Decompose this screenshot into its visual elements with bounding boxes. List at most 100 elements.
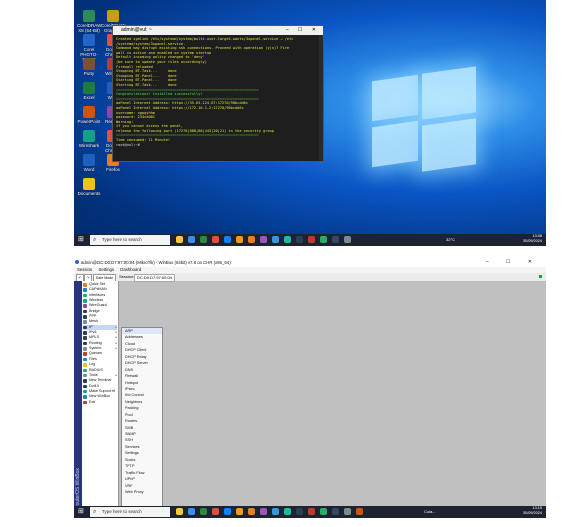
taskbar-app-icon[interactable] [332, 236, 339, 243]
menu-dashboard[interactable]: Dashboard [120, 267, 141, 272]
shortcut-label: Documents [77, 191, 101, 196]
taskbar-app-icon[interactable] [200, 508, 207, 515]
sidebar-item-label: Dot1X [89, 383, 100, 388]
desktop-shortcut[interactable]: Excel [77, 82, 101, 100]
routeros-brand: RouterOS WinBox [74, 281, 82, 509]
taskbar-app-icon[interactable] [320, 508, 327, 515]
taskbar-app-icon[interactable] [248, 508, 255, 515]
sidebar-item-label: IPv6 [89, 330, 97, 335]
menu-item-icon [83, 309, 87, 314]
terminal-scrollbar[interactable] [319, 35, 323, 161]
winbox-title: admin@DC:D0:D7:97:00:04 (MikroTik) - Win… [81, 260, 231, 265]
session-value: DC:D0:D7:97:00:04 [134, 274, 175, 282]
taskbar-app-icon[interactable] [320, 236, 327, 243]
taskbar-app-icon[interactable] [296, 236, 303, 243]
sidebar-item-label: Log [89, 362, 96, 367]
sidebar-item-label: System [89, 346, 102, 351]
sidebar-item-label: Wireless [89, 298, 104, 303]
desktop-shortcut[interactable]: Putty [77, 58, 101, 76]
app-icon [83, 34, 95, 46]
terminal-output[interactable]: Created symlink /etc/systemd/system/mult… [113, 35, 323, 149]
windows-logo-pane [372, 74, 418, 122]
taskbar-app-icon[interactable] [344, 236, 351, 243]
app-icon [83, 82, 95, 94]
taskbar-app-icon[interactable] [224, 508, 231, 515]
taskbar-app-icon[interactable] [248, 236, 255, 243]
menu-item-icon [83, 347, 87, 351]
taskbar-app-icon[interactable] [272, 236, 279, 243]
menu-item-icon [83, 368, 87, 372]
taskbar-app-icon[interactable] [200, 236, 207, 243]
desktop-shortcut[interactable]: PowerPoint [77, 106, 101, 124]
connection-status-icon [539, 275, 542, 278]
search-icon: ⌕ [93, 237, 97, 243]
session-label: Session: [119, 274, 135, 279]
taskbar-app-icon[interactable] [308, 236, 315, 243]
taskbar-search[interactable]: ⌕ Type here to search [90, 235, 170, 245]
menu-item-icon [83, 336, 87, 340]
winbox-app-icon [75, 260, 79, 264]
taskbar-app-icon[interactable] [236, 236, 243, 243]
shortcut-label: Wireshark [78, 143, 100, 148]
winbox-titlebar[interactable]: admin@DC:D0:D7:97:00:04 (MikroTik) - Win… [74, 258, 546, 267]
taskbar-app-icon[interactable] [188, 236, 195, 243]
winbox-toolbar: ↶ ↷ Safe Mode Session: DC:D0:D7:97:00:04 [74, 273, 546, 282]
terminal-window[interactable]: admin@vul: ~ – ☐ ✕ Created symlink /etc/… [112, 25, 324, 162]
sidebar-item-label: MPLS [89, 335, 100, 340]
submenu-item-web-proxy[interactable]: Web Proxy [122, 489, 162, 495]
taskbar-app-icon[interactable] [272, 508, 279, 515]
desktop-shortcut[interactable]: CorelDRAW X8 (64-Bit) [77, 10, 101, 33]
taskbar-search[interactable]: ⌕ Type here to search [90, 507, 170, 517]
taskbar-app-icon[interactable] [236, 508, 243, 515]
desktop-shortcut[interactable]: Word [77, 154, 101, 172]
sidebar-item-label: Mesh [89, 319, 99, 324]
taskbar-app-icon[interactable] [212, 236, 219, 243]
taskbar-app-icon[interactable] [296, 508, 303, 515]
window-controls[interactable]: – ☐ ✕ [486, 258, 540, 267]
system-clock[interactable]: 13:15 30/09/2024 [523, 506, 542, 518]
menu-item-icon [83, 315, 87, 319]
taskbar-app-icon[interactable] [308, 508, 315, 515]
taskbar-app-icon[interactable] [176, 236, 183, 243]
menu-session[interactable]: Session [77, 267, 92, 272]
start-button[interactable]: ⊞ [78, 508, 86, 516]
windows-logo-pane [372, 120, 418, 168]
taskbar-app-icon[interactable] [284, 236, 291, 243]
taskbar-app-icon[interactable] [284, 508, 291, 515]
system-clock[interactable]: 13:08 30/09/2024 [523, 234, 542, 246]
desktop-shortcut[interactable]: Wireshark [77, 130, 101, 148]
app-icon [83, 178, 95, 190]
taskbar-app-icon[interactable] [356, 508, 363, 515]
taskbar-app-icon[interactable] [332, 508, 339, 515]
shortcut-label: CorelDRAW X8 (64-Bit) [77, 23, 102, 33]
sidebar-item-exit[interactable]: Exit [83, 400, 117, 405]
weather-text: 32°C [446, 237, 455, 242]
menu-item-icon [83, 304, 87, 308]
start-button[interactable]: ⊞ [78, 236, 86, 244]
menu-item-icon [83, 341, 87, 346]
menu-settings[interactable]: Settings [99, 267, 115, 272]
app-icon [83, 154, 95, 166]
menu-item-icon [83, 288, 87, 292]
sidebar-item-label: Files [89, 356, 97, 361]
taskbar-app-icon[interactable] [176, 508, 183, 515]
menu-item-icon [83, 283, 87, 287]
taskbar-app-label[interactable]: Cula... [424, 506, 436, 518]
sidebar-item-label: New Terminal [89, 378, 112, 383]
shortcut-label: Word [83, 167, 95, 172]
window-controls[interactable]: – ☐ ✕ [286, 26, 320, 35]
desktop-screenshot: CorelDRAW X8 (64-Bit)CorelDRAW GraphicsC… [74, 0, 546, 246]
taskbar-app-icon[interactable] [260, 508, 267, 515]
sidebar-item-label: IP [89, 324, 93, 329]
menu-item-icon [83, 352, 87, 356]
taskbar-app-icon[interactable] [344, 508, 351, 515]
taskbar-app-icon[interactable] [188, 508, 195, 515]
taskbar-app-icon[interactable] [224, 236, 231, 243]
menu-item-icon [83, 373, 87, 378]
menu-item-icon [83, 299, 87, 303]
terminal-titlebar[interactable]: admin@vul: ~ – ☐ ✕ [113, 26, 323, 35]
taskbar-app-icon[interactable] [260, 236, 267, 243]
taskbar-app-icon[interactable] [212, 508, 219, 515]
desktop-shortcut[interactable]: Documents [77, 178, 101, 196]
search-placeholder: Type here to search [102, 509, 142, 514]
